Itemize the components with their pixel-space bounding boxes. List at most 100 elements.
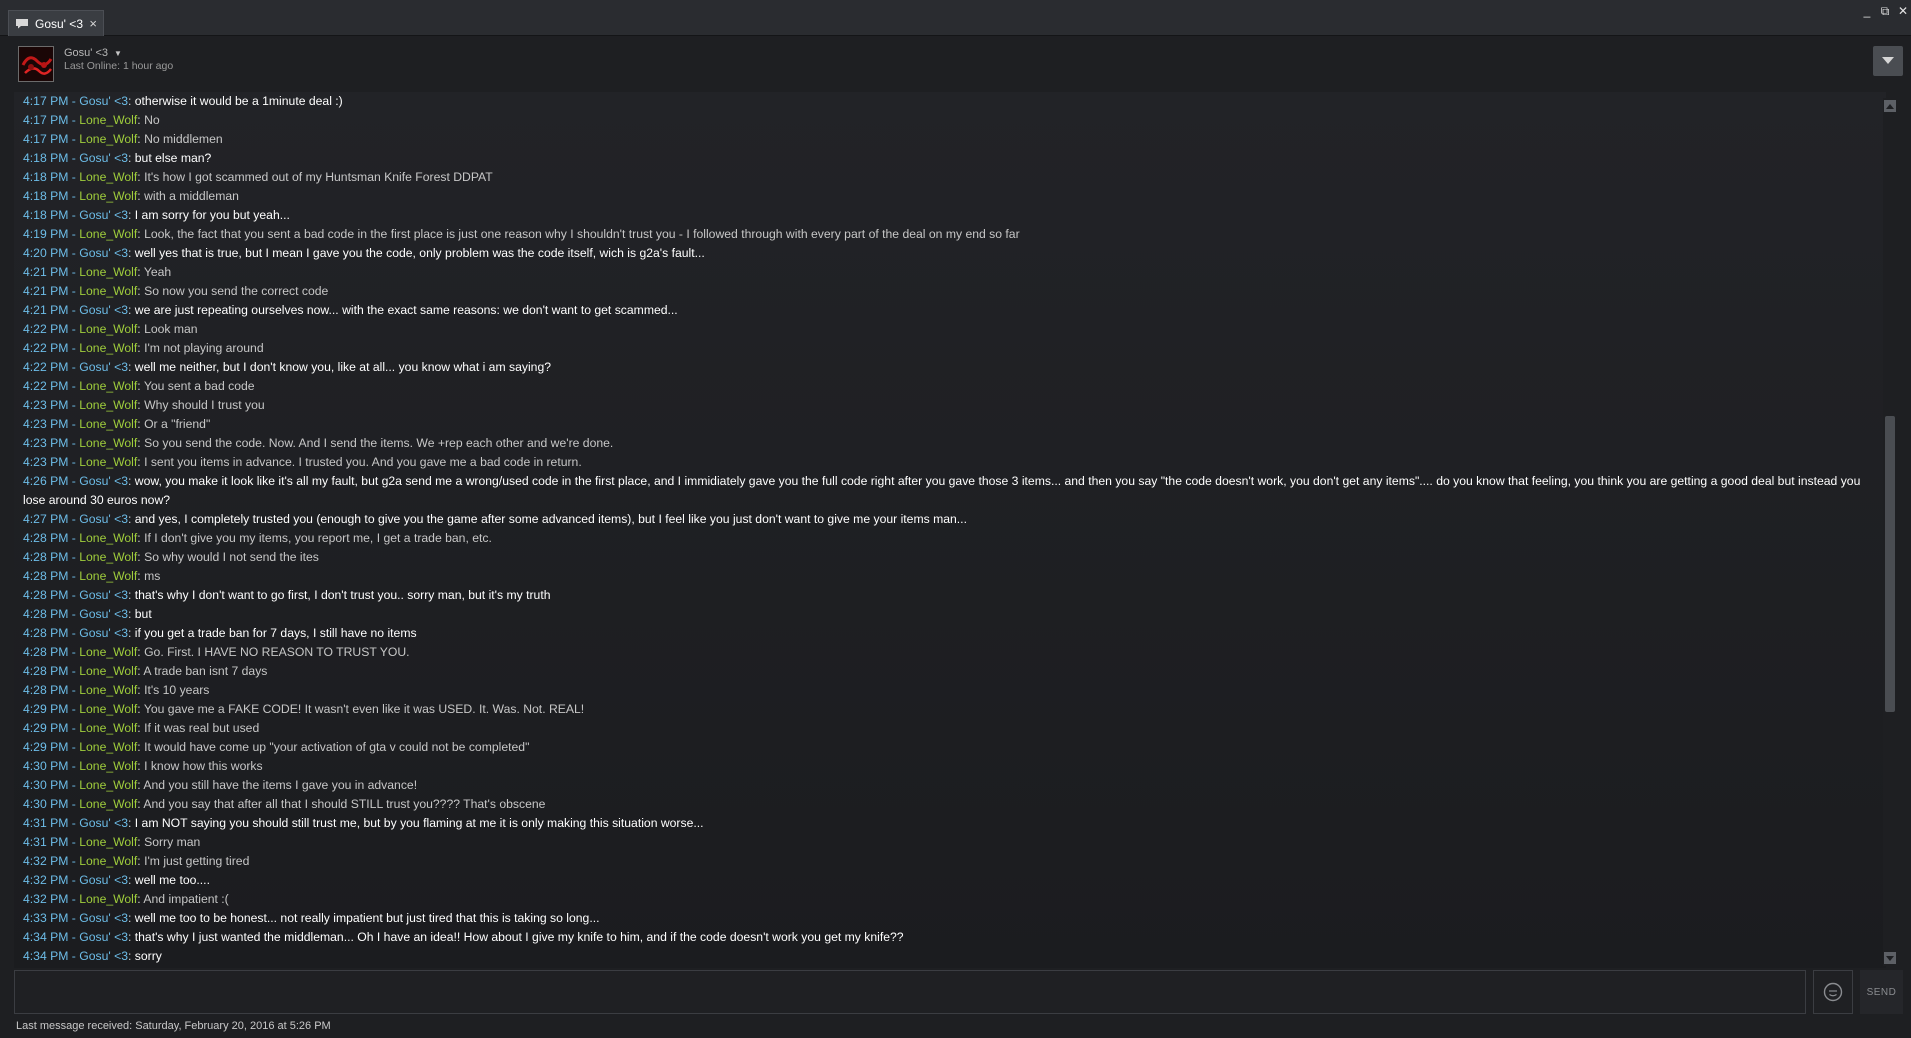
message-sender[interactable]: Lone_Wolf bbox=[79, 683, 137, 697]
message-sender[interactable]: Lone_Wolf bbox=[79, 835, 137, 849]
message-sender[interactable]: Gosu' <3 bbox=[79, 151, 128, 165]
message-text: And you still have the items I gave you … bbox=[143, 778, 418, 792]
message-sender[interactable]: Gosu' <3 bbox=[79, 873, 128, 887]
message-sender[interactable]: Lone_Wolf bbox=[79, 797, 137, 811]
message-sender[interactable]: Gosu' <3 bbox=[79, 512, 128, 526]
message-timestamp: 4:29 PM bbox=[23, 702, 69, 716]
message-sender[interactable]: Gosu' <3 bbox=[79, 930, 128, 944]
message-timestamp: 4:32 PM bbox=[23, 892, 69, 906]
tab-close-icon[interactable]: × bbox=[89, 16, 97, 31]
message-row: 4:28 PM - Gosu' <3: if you get a trade b… bbox=[23, 626, 417, 640]
message-sender[interactable]: Gosu' <3 bbox=[79, 94, 128, 108]
chat-options-dropdown[interactable] bbox=[1873, 46, 1903, 76]
message-sender[interactable]: Lone_Wolf bbox=[79, 645, 137, 659]
message-sender[interactable]: Gosu' <3 bbox=[79, 474, 128, 488]
message-text: otherwise it would be a 1minute deal :) bbox=[134, 94, 343, 108]
message-row: 4:28 PM - Lone_Wolf: A trade ban isnt 7 … bbox=[23, 664, 268, 678]
message-row: 4:28 PM - Lone_Wolf: It's 10 years bbox=[23, 683, 210, 697]
message-sender[interactable]: Gosu' <3 bbox=[79, 911, 128, 925]
message-sender[interactable]: Gosu' <3 bbox=[79, 246, 128, 260]
scroll-up-icon[interactable] bbox=[1884, 100, 1896, 112]
message-sender[interactable]: Lone_Wolf bbox=[79, 379, 137, 393]
scroll-thumb[interactable] bbox=[1885, 416, 1895, 712]
message-sender[interactable]: Gosu' <3 bbox=[79, 816, 128, 830]
message-timestamp: 4:30 PM bbox=[23, 797, 69, 811]
message-sender[interactable]: Gosu' <3 bbox=[79, 607, 128, 621]
message-sender[interactable]: Lone_Wolf bbox=[79, 740, 137, 754]
message-sender[interactable]: Lone_Wolf bbox=[79, 892, 137, 906]
message-history[interactable]: 4:17 PM - Gosu' <3: otherwise it would b… bbox=[14, 92, 1886, 968]
message-sender[interactable]: Lone_Wolf bbox=[79, 113, 137, 127]
friend-menu-caret-icon[interactable]: ▼ bbox=[114, 49, 122, 58]
chat-window: Gosu' <3 × _ ⧉ ✕ Gosu' <3 ▼ Last Online:… bbox=[0, 0, 1911, 1038]
message-sender[interactable]: Gosu' <3 bbox=[79, 208, 128, 222]
message-sender[interactable]: Gosu' <3 bbox=[79, 626, 128, 640]
chevron-down-icon bbox=[1882, 57, 1894, 64]
window-controls: _ ⧉ ✕ bbox=[1861, 4, 1909, 19]
message-text: I'm not playing around bbox=[144, 341, 264, 355]
message-sender[interactable]: Gosu' <3 bbox=[79, 588, 128, 602]
friend-name[interactable]: Gosu' <3 bbox=[64, 47, 108, 59]
message-text: I am sorry for you but yeah... bbox=[134, 208, 290, 222]
message-sender[interactable]: Lone_Wolf bbox=[79, 721, 137, 735]
message-row: 4:34 PM - Gosu' <3: sorry bbox=[23, 949, 162, 963]
message-row: 4:18 PM - Lone_Wolf: with a middleman bbox=[23, 189, 239, 203]
message-sender[interactable]: Lone_Wolf bbox=[79, 189, 137, 203]
message-scrollbar[interactable] bbox=[1883, 98, 1897, 966]
message-sender[interactable]: Lone_Wolf bbox=[79, 702, 137, 716]
close-window-icon[interactable]: ✕ bbox=[1897, 4, 1909, 18]
message-text: Yeah bbox=[143, 265, 172, 279]
message-row: 4:20 PM - Gosu' <3: well yes that is tru… bbox=[23, 246, 705, 260]
message-sender[interactable]: Lone_Wolf bbox=[79, 265, 137, 279]
message-sender[interactable]: Lone_Wolf bbox=[79, 854, 137, 868]
message-timestamp: 4:31 PM bbox=[23, 835, 69, 849]
chat-tab[interactable]: Gosu' <3 × bbox=[8, 10, 104, 36]
message-sender[interactable]: Lone_Wolf bbox=[79, 132, 137, 146]
message-text: It's 10 years bbox=[144, 683, 210, 697]
scroll-down-icon[interactable] bbox=[1884, 952, 1896, 964]
message-sender[interactable]: Lone_Wolf bbox=[79, 398, 137, 412]
message-text: It's how I got scammed out of my Huntsma… bbox=[144, 170, 493, 184]
minimize-icon[interactable]: _ bbox=[1861, 4, 1873, 18]
message-timestamp: 4:22 PM bbox=[23, 341, 69, 355]
avatar[interactable] bbox=[18, 46, 54, 82]
message-row: 4:32 PM - Lone_Wolf: And impatient :( bbox=[23, 892, 229, 906]
message-row: 4:17 PM - Gosu' <3: otherwise it would b… bbox=[23, 94, 343, 108]
message-sender[interactable]: Lone_Wolf bbox=[79, 664, 137, 678]
message-timestamp: 4:22 PM bbox=[23, 379, 69, 393]
message-text: So you send the code. Now. And I send th… bbox=[144, 436, 614, 450]
message-sender[interactable]: Lone_Wolf bbox=[79, 284, 137, 298]
message-sender[interactable]: Lone_Wolf bbox=[79, 550, 137, 564]
message-input[interactable] bbox=[14, 970, 1806, 1014]
message-sender[interactable]: Lone_Wolf bbox=[79, 227, 137, 241]
message-row: 4:21 PM - Lone_Wolf: Yeah bbox=[23, 265, 172, 279]
message-sender[interactable]: Lone_Wolf bbox=[79, 531, 137, 545]
message-sender[interactable]: Lone_Wolf bbox=[79, 322, 137, 336]
message-row: 4:31 PM - Gosu' <3: I am NOT saying you … bbox=[23, 816, 704, 830]
message-sender[interactable]: Lone_Wolf bbox=[79, 455, 137, 469]
restore-icon[interactable]: ⧉ bbox=[1879, 4, 1891, 18]
message-row: 4:19 PM - Lone_Wolf: Look, the fact that… bbox=[23, 227, 1020, 241]
message-sender[interactable]: Lone_Wolf bbox=[79, 569, 137, 583]
message-timestamp: 4:28 PM bbox=[23, 683, 69, 697]
message-row: 4:26 PM - Gosu' <3: wow, you make it loo… bbox=[23, 474, 1861, 507]
message-sender[interactable]: Lone_Wolf bbox=[79, 759, 137, 773]
message-sender[interactable]: Lone_Wolf bbox=[79, 417, 137, 431]
message-sender[interactable]: Lone_Wolf bbox=[79, 436, 137, 450]
message-sender[interactable]: Lone_Wolf bbox=[79, 170, 137, 184]
message-sender[interactable]: Lone_Wolf bbox=[79, 778, 137, 792]
message-text: It would have come up "your activation o… bbox=[144, 740, 530, 754]
message-sender[interactable]: Gosu' <3 bbox=[79, 360, 128, 374]
message-row: 4:18 PM - Gosu' <3: but else man? bbox=[23, 151, 212, 165]
emoticon-button[interactable] bbox=[1813, 970, 1853, 1014]
message-row: 4:18 PM - Gosu' <3: I am sorry for you b… bbox=[23, 208, 290, 222]
send-button[interactable]: SEND bbox=[1860, 970, 1903, 1014]
message-text: but bbox=[134, 607, 152, 621]
message-row: 4:22 PM - Lone_Wolf: You sent a bad code bbox=[23, 379, 255, 393]
message-sender[interactable]: Lone_Wolf bbox=[79, 341, 137, 355]
message-row: 4:29 PM - Lone_Wolf: If it was real but … bbox=[23, 721, 260, 735]
message-row: 4:28 PM - Lone_Wolf: If I don't give you… bbox=[23, 531, 492, 545]
message-sender[interactable]: Gosu' <3 bbox=[79, 303, 128, 317]
message-row: 4:34 PM - Gosu' <3: that's why I just wa… bbox=[23, 930, 904, 944]
message-sender[interactable]: Gosu' <3 bbox=[79, 949, 128, 963]
